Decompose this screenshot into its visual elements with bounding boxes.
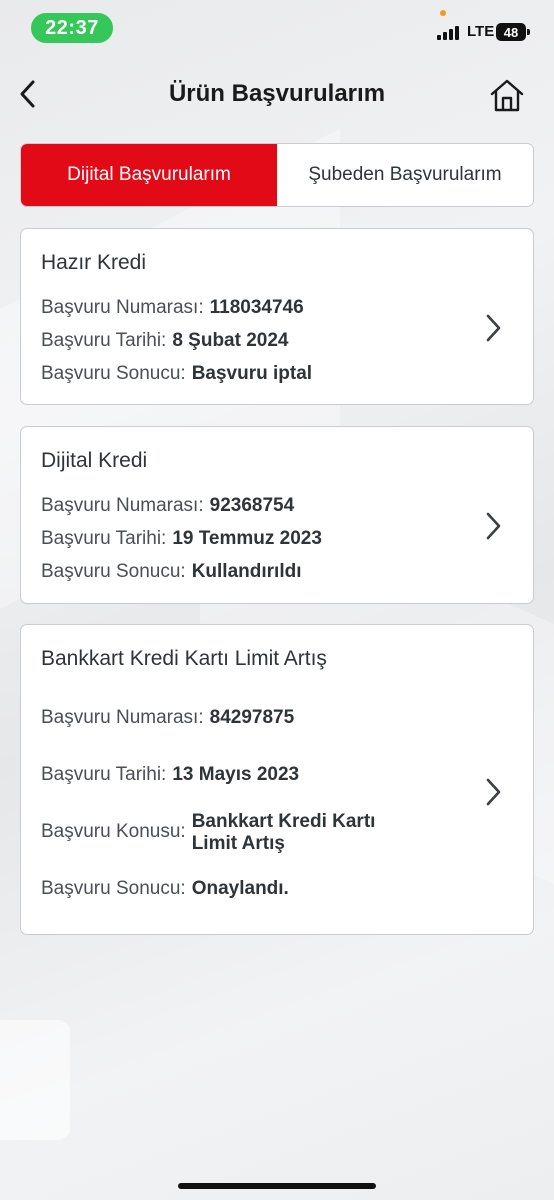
application-date-value: 19 Temmuz 2023 xyxy=(172,528,322,549)
application-card-dijital-kredi[interactable]: Dijital Kredi Başvuru Numarası: 92368754… xyxy=(20,426,534,604)
card-title: Dijital Kredi xyxy=(41,449,148,472)
chevron-right-icon xyxy=(481,509,505,543)
application-result-label: Başvuru Sonucu: xyxy=(41,878,186,899)
application-date-row: Başvuru Tarihi: 8 Şubat 2024 xyxy=(41,330,289,352)
home-icon xyxy=(490,79,524,112)
application-subject-label: Başvuru Konusu: xyxy=(41,821,186,842)
application-result-value: Onaylandı. xyxy=(191,878,289,899)
application-card-limit-artis[interactable]: Bankkart Kredi Kartı Limit Artış Başvuru… xyxy=(20,624,534,935)
background-shape xyxy=(0,1020,70,1140)
application-result-row: Başvuru Sonucu: Kullandırıldı xyxy=(41,561,301,583)
application-result-label: Başvuru Sonucu: xyxy=(41,363,186,384)
application-number-value: 118034746 xyxy=(209,297,304,318)
status-bar: 22:37 LTE 48 xyxy=(0,0,554,56)
status-time: 22:37 xyxy=(31,13,113,43)
privacy-indicator-dot xyxy=(440,10,446,16)
network-type: LTE xyxy=(467,23,495,40)
application-number-value: 84297875 xyxy=(209,707,295,728)
application-date-row: Başvuru Tarihi: 19 Temmuz 2023 xyxy=(41,528,322,550)
chevron-right-icon xyxy=(481,775,505,809)
application-result-label: Başvuru Sonucu: xyxy=(41,561,186,582)
application-number-label: Başvuru Numarası: xyxy=(41,495,204,516)
application-number-row: Başvuru Numarası: 118034746 xyxy=(41,297,304,319)
chevron-right-icon xyxy=(481,311,505,345)
application-number-row: Başvuru Numarası: 92368754 xyxy=(41,495,294,517)
application-date-value: 8 Şubat 2024 xyxy=(172,330,289,351)
tab-digital-applications[interactable]: Dijital Başvurularım xyxy=(21,144,277,206)
application-result-value: Başvuru iptal xyxy=(191,363,313,384)
application-date-label: Başvuru Tarihi: xyxy=(41,330,167,351)
application-number-label: Başvuru Numarası: xyxy=(41,707,204,728)
application-subject-row: Başvuru Konusu: Bankkart Kredi Kartı Lim… xyxy=(41,811,422,855)
card-title: Hazır Kredi xyxy=(41,251,147,274)
application-result-value: Kullandırıldı xyxy=(191,561,302,582)
application-number-value: 92368754 xyxy=(209,495,295,516)
application-date-label: Başvuru Tarihi: xyxy=(41,528,167,549)
application-date-row: Başvuru Tarihi: 13 Mayıs 2023 xyxy=(41,764,299,786)
cellular-signal-icon xyxy=(437,24,463,40)
home-button[interactable] xyxy=(486,74,528,116)
application-date-value: 13 Mayıs 2023 xyxy=(172,764,300,785)
application-result-row: Başvuru Sonucu: Onaylandı. xyxy=(41,878,289,900)
application-date-label: Başvuru Tarihi: xyxy=(41,764,167,785)
page-title: Ürün Başvurularım xyxy=(168,80,386,107)
application-tabs: Dijital Başvurularım Şubeden Başvuruları… xyxy=(20,143,534,207)
header: Ürün Başvurularım xyxy=(0,60,554,130)
application-result-row: Başvuru Sonucu: Başvuru iptal xyxy=(41,363,312,385)
application-subject-value: Bankkart Kredi Kartı Limit Artış xyxy=(191,811,376,854)
tab-branch-applications[interactable]: Şubeden Başvurularım xyxy=(277,144,533,206)
application-number-label: Başvuru Numarası: xyxy=(41,297,204,318)
card-title: Bankkart Kredi Kartı Limit Artış xyxy=(41,647,327,670)
application-card-hazir-kredi[interactable]: Hazır Kredi Başvuru Numarası: 118034746 … xyxy=(20,228,534,405)
home-indicator[interactable] xyxy=(178,1183,376,1189)
battery-icon: 48 xyxy=(496,23,530,41)
application-number-row: Başvuru Numarası: 84297875 xyxy=(41,707,294,729)
